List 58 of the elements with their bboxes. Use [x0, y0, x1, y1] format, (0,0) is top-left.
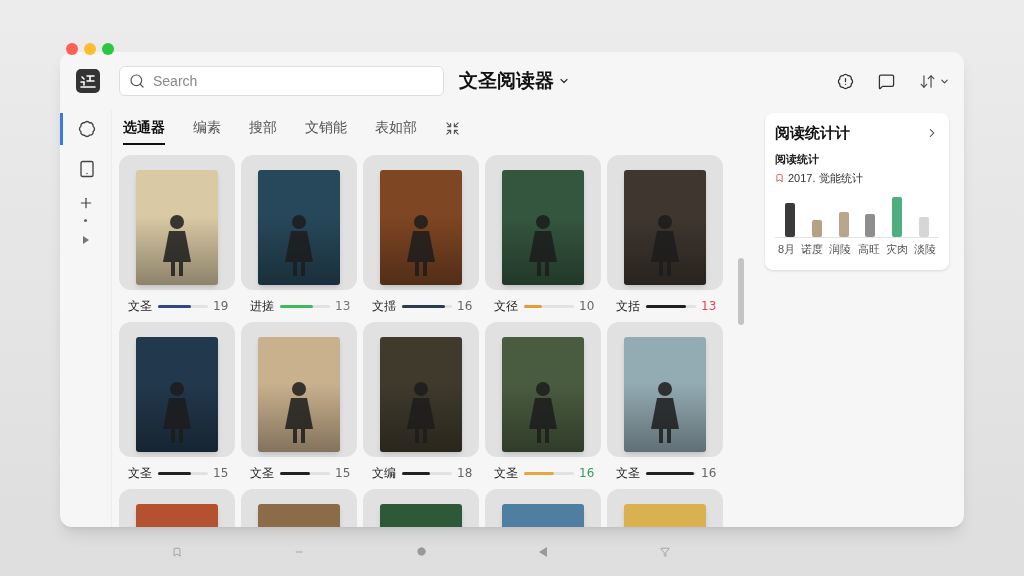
caret-right-icon[interactable] — [82, 236, 89, 244]
shrink-arrows-icon[interactable] — [445, 120, 460, 136]
badge-icon — [78, 120, 96, 138]
book-title: 文括 — [616, 298, 640, 315]
book-card[interactable] — [607, 155, 723, 290]
page-count: 15 — [335, 465, 351, 482]
book-title: 文圣 — [128, 298, 152, 315]
stats-note: 2017. 觉能统计 — [788, 171, 863, 186]
book-card[interactable] — [119, 322, 235, 457]
page-count: 15 — [213, 465, 229, 482]
book-card[interactable] — [119, 155, 235, 290]
page-count: 18 — [457, 465, 473, 482]
page-count: 13 — [335, 298, 351, 315]
panel-subtitle: 阅读统计 — [775, 151, 820, 167]
close-window-button[interactable] — [66, 43, 78, 55]
book-title: 文圣 — [494, 465, 518, 482]
tab[interactable]: 选通器 — [123, 111, 165, 145]
page-count: 13 — [701, 298, 717, 315]
bar-label: 淡陵 — [913, 241, 936, 257]
book-card[interactable] — [485, 322, 601, 457]
page-count: 16 — [701, 465, 717, 482]
app-logo-icon[interactable] — [76, 69, 100, 93]
tab[interactable]: 搜部 — [249, 111, 277, 145]
bar-label: 灾肉 — [885, 241, 908, 257]
exclamation-badge-icon[interactable] — [837, 72, 854, 90]
bar-label: 润陵 — [829, 241, 852, 257]
book-title: 文圣 — [128, 465, 152, 482]
book-title: 文编 — [372, 465, 396, 482]
page-count: 16 — [579, 465, 595, 482]
book-title: 文圣 — [616, 465, 640, 482]
bookmark-icon — [775, 173, 784, 184]
app-title[interactable]: 文圣阅读器 — [459, 66, 554, 96]
book-card[interactable] — [363, 155, 479, 290]
search-icon — [129, 73, 145, 89]
book-title: 文揺 — [372, 298, 396, 315]
tab[interactable]: 编素 — [193, 111, 221, 145]
bar-label: 高旺 — [857, 241, 880, 257]
speech-bubble-icon[interactable] — [878, 72, 895, 90]
book-title: 文圣 — [250, 465, 274, 482]
book-card[interactable] — [607, 322, 723, 457]
book-title: 文径 — [494, 298, 518, 315]
bar-label: 8月 — [778, 241, 796, 257]
book-card[interactable] — [241, 155, 357, 290]
panel-title: 阅读统计计 — [775, 123, 850, 143]
book-card[interactable] — [241, 322, 357, 457]
search-field[interactable]: Search — [119, 66, 444, 96]
book-card[interactable] — [363, 322, 479, 457]
page-count: 10 — [579, 298, 595, 315]
tablet-icon — [78, 160, 96, 178]
arrows-up-down-icon[interactable] — [919, 72, 936, 90]
page-count: 16 — [457, 298, 473, 315]
book-title: 进搓 — [250, 298, 274, 315]
tab[interactable]: 表如部 — [375, 111, 417, 145]
book-card[interactable] — [485, 155, 601, 290]
page-count: 19 — [213, 298, 229, 315]
scrollbar-thumb[interactable] — [738, 258, 744, 325]
tab[interactable]: 文销能 — [305, 111, 347, 145]
bar-label: 诺度 — [801, 241, 824, 257]
